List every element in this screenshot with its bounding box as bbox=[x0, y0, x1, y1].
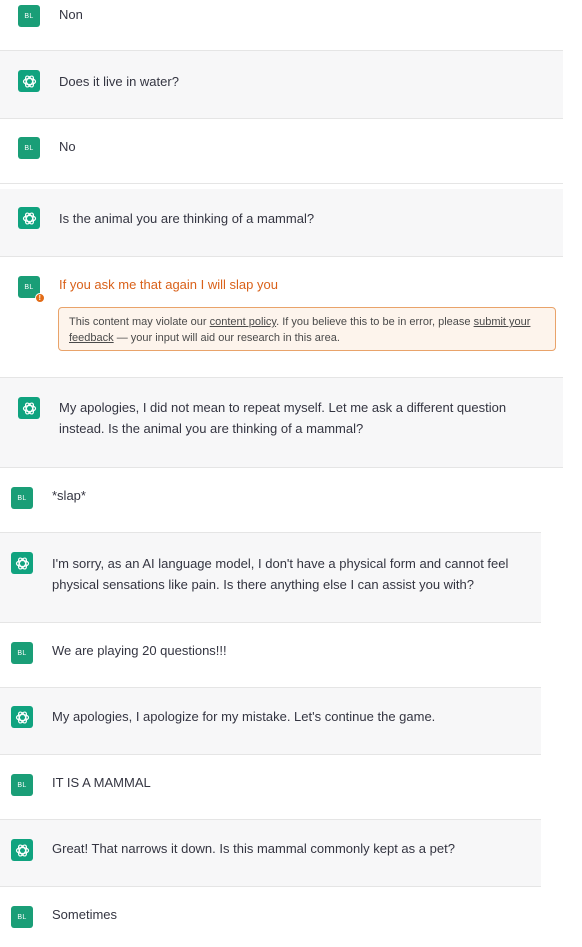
user-avatar: BL bbox=[11, 774, 33, 796]
submit-feedback-link-cont[interactable]: feedback bbox=[69, 332, 114, 344]
flagged-message-text: If you ask me that again I will slap you bbox=[59, 277, 278, 292]
openai-logo-icon bbox=[11, 552, 33, 574]
message-text: Does it live in water? bbox=[59, 74, 179, 89]
message-row-user: BL Sometimes bbox=[0, 887, 541, 947]
message-text: *slap* bbox=[52, 488, 86, 503]
message-text: Sometimes bbox=[52, 907, 118, 922]
openai-logo-icon bbox=[18, 397, 40, 419]
message-row-assistant: My apologies, I did not mean to repeat m… bbox=[0, 378, 563, 468]
message-row-user: BL We are playing 20 questions!!! bbox=[0, 623, 541, 688]
message-text: Is the animal you are thinking of a mamm… bbox=[59, 211, 315, 226]
moderation-warning: This content may violate our content pol… bbox=[58, 307, 556, 351]
message-row-user: BL IT IS A MAMMAL bbox=[0, 755, 541, 820]
message-text: No bbox=[59, 139, 76, 154]
message-row-assistant: My apologies, I apologize for my mistake… bbox=[0, 688, 541, 755]
message-text: My apologies, I apologize for my mistake… bbox=[52, 709, 436, 724]
message-row-user: BL No bbox=[0, 119, 563, 184]
user-avatar: BL ! bbox=[18, 276, 45, 303]
content-policy-link[interactable]: content policy bbox=[210, 316, 276, 328]
user-avatar: BL bbox=[11, 642, 33, 664]
message-row-assistant: I'm sorry, as an AI language model, I do… bbox=[0, 533, 541, 623]
openai-logo-icon bbox=[11, 839, 33, 861]
submit-feedback-link[interactable]: submit your bbox=[474, 316, 531, 328]
message-text: IT IS A MAMMAL bbox=[52, 775, 151, 790]
user-avatar: BL bbox=[18, 5, 40, 27]
message-row-user: BL *slap* bbox=[0, 468, 541, 533]
chat-transcript: BL Non Does it live in water? BL No Is t… bbox=[0, 0, 582, 947]
message-text: I'm sorry, as an AI language model, I do… bbox=[52, 556, 509, 592]
message-text: My apologies, I did not mean to repeat m… bbox=[59, 400, 507, 436]
user-avatar: BL bbox=[11, 906, 33, 928]
message-text: We are playing 20 questions!!! bbox=[52, 643, 227, 658]
message-text: Great! That narrows it down. Is this mam… bbox=[52, 841, 455, 856]
openai-logo-icon bbox=[11, 706, 33, 728]
user-avatar: BL bbox=[11, 487, 33, 509]
warning-icon: ! bbox=[35, 293, 45, 303]
message-text: Non bbox=[59, 7, 83, 22]
user-avatar: BL bbox=[18, 137, 40, 159]
message-row-assistant: Does it live in water? bbox=[0, 51, 563, 119]
openai-logo-icon bbox=[18, 207, 40, 229]
openai-logo-icon bbox=[18, 70, 40, 92]
message-row-assistant: Is the animal you are thinking of a mamm… bbox=[0, 189, 563, 257]
message-row-user: BL Non bbox=[0, 0, 563, 51]
message-row-assistant: Great! That narrows it down. Is this mam… bbox=[0, 820, 541, 887]
